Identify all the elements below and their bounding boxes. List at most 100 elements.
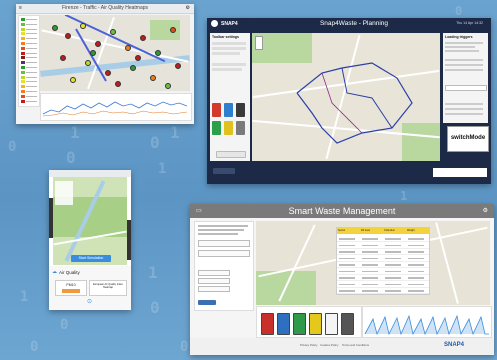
table-row[interactable] — [337, 236, 429, 242]
footer-button[interactable] — [213, 168, 235, 174]
sensor-marker[interactable] — [165, 83, 171, 89]
settings-icon[interactable]: ⚙ — [186, 5, 190, 11]
sensor-marker[interactable] — [85, 60, 91, 66]
sensor-marker[interactable] — [65, 33, 71, 39]
footer-link[interactable]: Cookies Policy — [320, 343, 338, 347]
waste-bin-icon[interactable] — [236, 121, 245, 135]
submit-button[interactable] — [198, 300, 216, 305]
panel-option[interactable] — [445, 64, 483, 66]
form-input[interactable] — [198, 250, 250, 257]
sensor-marker[interactable] — [130, 65, 136, 71]
table-row[interactable] — [337, 282, 429, 288]
sensor-marker[interactable] — [70, 77, 76, 83]
sensor-marker[interactable] — [80, 23, 86, 29]
panel-option[interactable] — [445, 113, 483, 115]
traffic-map[interactable] — [40, 15, 190, 91]
legend-item[interactable] — [21, 46, 37, 50]
panel-option[interactable] — [445, 108, 483, 110]
metric-card[interactable]: European Air Quality Index Heatmap — [89, 280, 127, 296]
bg-digit: 0 — [30, 339, 39, 355]
table-row[interactable] — [337, 288, 429, 294]
sensor-marker[interactable] — [115, 81, 121, 87]
panel-option[interactable] — [445, 59, 483, 61]
switch-mode-button[interactable]: switchMode — [447, 126, 489, 152]
legend-item[interactable] — [21, 18, 37, 21]
sensor-marker[interactable] — [60, 55, 66, 61]
footer-link[interactable]: Terms and Conditions — [342, 343, 369, 347]
sensor-marker[interactable] — [90, 50, 96, 56]
panel-option[interactable] — [212, 63, 246, 66]
waste-bin-icon[interactable] — [293, 313, 306, 335]
location-icon[interactable]: ⊙ — [87, 298, 92, 305]
table-row[interactable] — [337, 269, 429, 275]
legend-item[interactable] — [21, 61, 37, 65]
sensor-marker[interactable] — [95, 41, 101, 47]
menu-icon[interactable]: ≡ — [19, 6, 22, 11]
table-row[interactable] — [337, 243, 429, 249]
table-row[interactable] — [337, 249, 429, 255]
settings-icon[interactable]: ⚙ — [483, 207, 488, 214]
waste-bin-icon[interactable] — [341, 313, 354, 335]
table-cell-placeholder — [408, 277, 424, 279]
legend-item[interactable] — [21, 32, 37, 36]
waste-bin-icon[interactable] — [236, 103, 245, 117]
sensor-marker[interactable] — [110, 29, 116, 35]
panel-option[interactable] — [445, 69, 483, 71]
legend-item[interactable] — [21, 22, 37, 26]
waste-bin-icon[interactable] — [212, 103, 221, 117]
sensor-marker[interactable] — [105, 70, 111, 76]
legend-item[interactable] — [21, 90, 37, 93]
swm-map[interactable]: Sector Fill level Collection Weight — [256, 221, 490, 305]
waste-bin-icon[interactable] — [325, 313, 338, 335]
legend-item[interactable] — [21, 70, 37, 74]
swm-header: ▭ Smart Waste Management ⚙ — [190, 204, 494, 218]
form-input[interactable] — [198, 240, 250, 247]
waste-bin-icon[interactable] — [277, 313, 290, 335]
apply-button[interactable] — [216, 151, 246, 158]
form-input[interactable] — [198, 286, 230, 292]
footer-link[interactable]: Privacy Policy — [300, 343, 317, 347]
form-input[interactable] — [198, 278, 230, 284]
table-row[interactable] — [337, 256, 429, 262]
waste-bin-icon[interactable] — [212, 121, 221, 135]
waste-bin-icon[interactable] — [261, 313, 274, 335]
legend-item[interactable] — [21, 80, 37, 84]
legend-item[interactable] — [21, 56, 37, 60]
form-input[interactable] — [198, 270, 230, 276]
legend-item[interactable] — [21, 37, 37, 41]
waste-bin-icon[interactable] — [309, 313, 322, 335]
panel-option[interactable] — [212, 47, 246, 50]
sensor-marker[interactable] — [155, 50, 161, 56]
panel-option[interactable] — [212, 68, 242, 71]
metric-card[interactable]: PM10 — [55, 280, 87, 296]
waste-bin-icon[interactable] — [224, 121, 233, 135]
sensor-marker[interactable] — [170, 27, 176, 33]
panel-option[interactable] — [445, 85, 487, 91]
legend-item[interactable] — [21, 85, 37, 89]
table-row[interactable] — [337, 275, 429, 281]
legend-item[interactable] — [21, 66, 37, 69]
sensor-marker[interactable] — [175, 63, 181, 69]
sensor-marker[interactable] — [135, 55, 141, 61]
panel-option[interactable] — [212, 52, 240, 55]
panel-option[interactable] — [212, 42, 246, 45]
sensor-marker[interactable] — [125, 45, 131, 51]
start-simulation-button[interactable]: Start Simulation — [71, 255, 111, 262]
panel-option[interactable] — [445, 103, 483, 105]
planning-map[interactable] — [252, 33, 440, 161]
waste-bin-icon[interactable] — [224, 103, 233, 117]
table-row[interactable] — [337, 262, 429, 268]
sensor-marker[interactable] — [140, 35, 146, 41]
legend-item[interactable] — [21, 27, 37, 31]
zoom-control[interactable] — [255, 36, 263, 50]
legend-item[interactable] — [21, 99, 37, 103]
legend-swatch — [21, 27, 25, 31]
mobile-map[interactable]: Start Simulation — [53, 177, 127, 265]
legend-item[interactable] — [21, 94, 37, 98]
sensor-marker[interactable] — [52, 25, 58, 31]
legend-item[interactable] — [21, 75, 37, 79]
legend-item[interactable] — [21, 51, 37, 55]
menu-icon[interactable]: ▭ — [196, 207, 202, 214]
legend-item[interactable] — [21, 42, 37, 45]
sensor-marker[interactable] — [150, 75, 156, 81]
